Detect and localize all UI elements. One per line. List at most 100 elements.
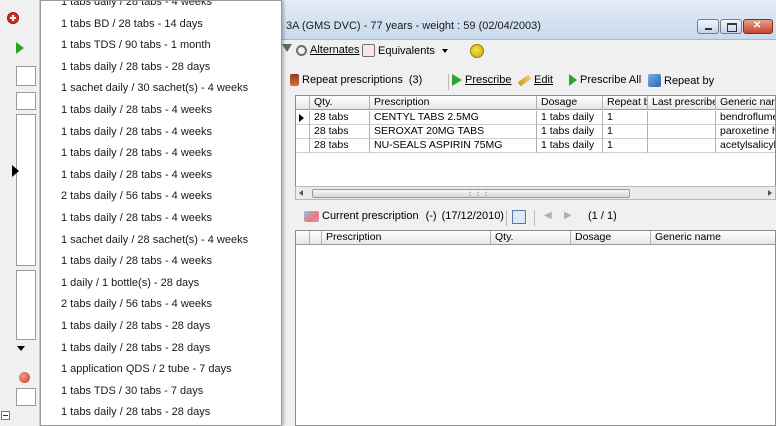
left-panel-strip [0, 0, 40, 426]
cell-dosage: 1 tabs daily [537, 139, 603, 153]
add-icon[interactable] [7, 12, 19, 24]
column-header-generic-name[interactable]: Generic name [651, 231, 776, 245]
current-prescription-icon [304, 210, 319, 222]
dropdown-item[interactable]: 2 tabs daily / 56 tabs - 4 weeks [41, 294, 281, 316]
repeat-prescriptions-button[interactable]: Repeat prescriptions (3) [290, 74, 422, 86]
column-header-prescription[interactable]: Prescription [370, 96, 537, 110]
dropdown-item[interactable]: 1 application QDS / 2 tube - 7 days [41, 359, 281, 381]
row-header-cell [296, 96, 310, 110]
repeat-by-label: Repeat by [664, 74, 715, 87]
cell-last-prescribed [648, 111, 716, 125]
left-panel-cell[interactable] [16, 66, 36, 86]
chevron-down-icon[interactable] [17, 346, 25, 351]
cell-repeat-by: 1 [603, 139, 648, 153]
cell-generic-name: bendroflume [720, 111, 776, 123]
dropdown-item[interactable]: 1 tabs daily / 28 tabs - 28 days [41, 402, 281, 424]
dropdown-item[interactable]: 1 tabs daily / 28 tabs - 4 weeks [41, 122, 281, 144]
equivalents-button[interactable]: Equivalents [362, 44, 448, 57]
dropdown-item[interactable]: 1 tabs TDS / 30 tabs - 7 days [41, 381, 281, 403]
prescribe-button[interactable]: Prescribe [452, 74, 511, 86]
current-prescription-label: Current prescription [322, 210, 419, 222]
cell-generic-name: paroxetine h [720, 125, 776, 137]
row-selector[interactable] [296, 139, 310, 153]
cell-last-prescribed [648, 125, 716, 139]
scrollbar-grip-icon: ⋮⋮⋮ [466, 188, 490, 197]
prescribe-icon [452, 74, 462, 86]
alternates-button[interactable]: Alternates [296, 44, 360, 56]
left-panel-cell[interactable] [16, 92, 36, 110]
left-panel-cell[interactable] [16, 270, 36, 340]
toolbar-repeat: Repeat prescriptions (3) Prescribe Edit … [282, 70, 776, 92]
collapse-icon[interactable] [1, 411, 10, 420]
column-header-qty[interactable]: Qty. [491, 231, 571, 245]
prescribe-all-button[interactable]: Prescribe All [569, 74, 641, 86]
dropdown-item[interactable]: 1 sachet daily / 28 sachet(s) - 4 weeks [41, 230, 281, 252]
filter-icon[interactable] [282, 44, 292, 52]
repeat-by-button[interactable]: Repeat by [648, 74, 714, 87]
dropdown-item[interactable]: 1 tabs daily / 28 tabs - 28 days [41, 316, 281, 338]
cell-repeat-by: 1 [603, 125, 648, 139]
column-header-repeat-by[interactable]: Repeat by [603, 96, 648, 110]
scroll-right-icon[interactable] [768, 190, 772, 196]
prescribe-all-icon [569, 74, 577, 86]
equivalents-label: Equivalents [378, 44, 435, 57]
edit-label: Edit [534, 74, 553, 86]
scroll-left-icon[interactable] [299, 190, 303, 196]
left-panel-cell[interactable] [16, 388, 36, 406]
cell-dosage: 1 tabs daily [537, 125, 603, 139]
dropdown-item[interactable]: 1 tabs daily / 28 tabs - 4 weeks [41, 165, 281, 187]
chevron-down-icon [441, 48, 448, 53]
cell-prescription: NU-SEALS ASPIRIN 75MG [370, 139, 537, 153]
play-icon[interactable] [16, 42, 24, 54]
dropdown-item[interactable]: 1 tabs daily / 28 tabs - 28 days [41, 338, 281, 360]
dropdown-item[interactable]: 1 tabs daily / 28 tabs - 28 days [41, 57, 281, 79]
title-bar[interactable]: 3A (GMS DVC) - 77 years - weight : 59 (0… [282, 0, 776, 40]
status-ball-icon[interactable] [19, 372, 30, 383]
column-header-generic-name[interactable]: Generic nar [716, 96, 775, 110]
next-button[interactable]: ▶ [564, 210, 572, 221]
dropdown-item[interactable]: 1 daily / 1 bottle(s) - 28 days [41, 273, 281, 295]
horizontal-scrollbar[interactable]: ⋮⋮⋮ [295, 186, 776, 200]
dropdown-item[interactable]: 1 tabs daily / 28 tabs - 4 weeks [41, 143, 281, 165]
dropdown-item[interactable]: 1 tabs daily / 28 tabs - 4 weeks [41, 1, 281, 14]
cell-repeat-by: 1 [603, 111, 648, 125]
column-header-dosage[interactable]: Dosage [571, 231, 651, 245]
table-row[interactable]: 28 tabs SEROXAT 20MG TABS 1 tabs daily 1… [296, 125, 775, 139]
toolbar-current: Current prescription (-) (17/12/2010) ◀ … [282, 206, 776, 230]
dropdown-item[interactable]: 1 sachet daily / 30 sachet(s) - 4 weeks [41, 78, 281, 100]
gear-icon [296, 44, 307, 56]
dropdown-item[interactable]: 1 tabs daily / 28 tabs - 4 weeks [41, 100, 281, 122]
close-button[interactable] [743, 19, 773, 34]
dropdown-item[interactable]: 1 tabs daily / 28 tabs - 4 weeks [41, 251, 281, 273]
toolbar-alternates: Alternates Equivalents [282, 40, 776, 64]
previous-button[interactable]: ◀ [544, 210, 552, 221]
cell-dosage: 1 tabs daily [537, 111, 603, 125]
cell-last-prescribed [648, 139, 716, 153]
dropdown-item[interactable]: 1 tabs daily / 28 tabs - 4 weeks [41, 208, 281, 230]
table-row[interactable]: 28 tabs CENTYL TABS 2.5MG 1 tabs daily 1… [296, 111, 775, 125]
document-button[interactable] [512, 210, 526, 224]
left-panel-list[interactable] [16, 114, 36, 266]
current-prescription-label-group[interactable]: Current prescription (-) (17/12/2010) [304, 210, 504, 222]
dropdown-item[interactable]: 1 tabs TDS / 90 tabs - 1 month [41, 35, 281, 57]
pencil-icon [517, 74, 532, 86]
repeat-prescriptions-grid[interactable]: Qty. Prescription Dosage Repeat by Last … [295, 95, 776, 199]
bug-icon[interactable] [470, 44, 484, 58]
table-row[interactable]: 28 tabs NU-SEALS ASPIRIN 75MG 1 tabs dai… [296, 139, 775, 153]
dosage-dropdown-list[interactable]: 1 tabs daily / 28 tabs - 4 weeks 1 tabs … [40, 0, 282, 426]
column-header-qty[interactable]: Qty. [310, 96, 370, 110]
minimize-button[interactable] [697, 19, 719, 34]
maximize-button[interactable] [720, 19, 742, 34]
column-header-last-prescribed[interactable]: Last prescribe [648, 96, 716, 110]
row-selector[interactable] [296, 125, 310, 139]
row-selector[interactable] [296, 111, 310, 125]
dropdown-item[interactable]: 2 tabs daily / 56 tabs - 4 weeks [41, 186, 281, 208]
pager-text: (1 / 1) [588, 210, 617, 222]
dropdown-item[interactable]: 1 tabs BD / 28 tabs - 14 days [41, 14, 281, 36]
column-header-dosage[interactable]: Dosage [537, 96, 603, 110]
repeat-by-icon [648, 74, 661, 87]
edit-button[interactable]: Edit [517, 74, 553, 86]
current-prescription-grid[interactable]: Prescription Qty. Dosage Generic name [295, 230, 776, 426]
column-header-prescription[interactable]: Prescription [322, 231, 491, 245]
grid-header: Qty. Prescription Dosage Repeat by Last … [296, 96, 775, 110]
